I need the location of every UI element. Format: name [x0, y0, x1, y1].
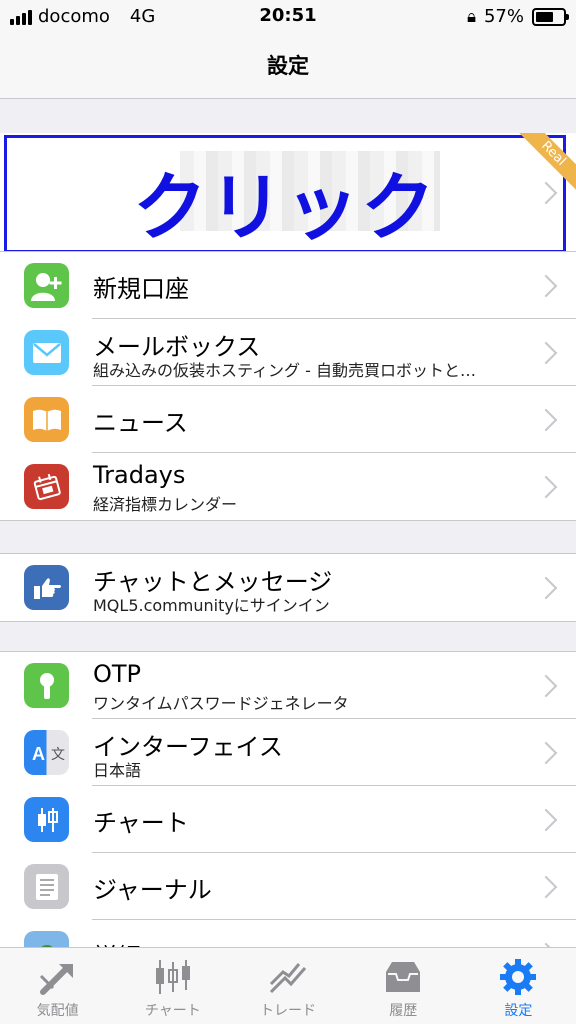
svg-text:文: 文: [51, 747, 65, 763]
quotes-icon: [39, 964, 73, 995]
chevron-right-icon: [534, 341, 558, 365]
tab-settings[interactable]: 設定: [461, 948, 576, 1024]
chevron-right-icon: [534, 808, 558, 832]
click-annotation: クリック: [133, 165, 437, 251]
tab-trade[interactable]: トレード: [230, 948, 345, 1024]
tab-label: チャート: [144, 1003, 201, 1019]
row-news[interactable]: ニュース: [0, 386, 576, 453]
calendar-icon: [24, 464, 69, 509]
status-right: 🔒︎ 57%: [466, 6, 569, 27]
language-icon: A文: [24, 730, 69, 775]
row-subtitle: 組み込みの仮装ホスティング - 自動売買ロボットと…: [93, 361, 476, 380]
chevron-right-icon: [534, 274, 558, 298]
info-icon: [24, 931, 69, 948]
row-title: チャート: [93, 809, 189, 837]
tab-label: 気配値: [36, 1003, 79, 1019]
settings-icon: [500, 959, 537, 995]
group-accounts: 新規口座 メールボックス 組み込みの仮装ホスティング - 自動売買ロボットと… …: [0, 251, 576, 521]
chevron-right-icon: [534, 408, 558, 432]
row-chat[interactable]: チャットとメッセージ MQL5.communityにサインイン: [0, 554, 576, 621]
tab-history[interactable]: 履歴: [346, 948, 461, 1024]
row-detail[interactable]: 詳細: [0, 920, 576, 948]
row-mailbox[interactable]: メールボックス 組み込みの仮装ホスティング - 自動売買ロボットと…: [0, 319, 576, 386]
chevron-right-icon: [534, 741, 558, 765]
row-title: Tradays: [93, 461, 186, 489]
status-bar: docomo 4G 20:51 🔒︎ 57%: [0, 0, 576, 34]
click-highlight-box: クリック: [4, 135, 566, 253]
row-title: ジャーナル: [93, 876, 212, 904]
rotation-lock-icon: 🔒︎: [466, 6, 476, 27]
account-card[interactable]: クリック Real: [0, 133, 576, 253]
trade-icon: [269, 963, 307, 994]
row-subtitle: 経済指標カレンダー: [93, 495, 238, 514]
chevron-right-icon: [534, 475, 558, 499]
tab-bar: 気配値 チャート トレード 履歴 設定: [0, 947, 576, 1024]
row-subtitle: 日本語: [93, 761, 142, 780]
group-community: チャットとメッセージ MQL5.communityにサインイン: [0, 553, 576, 622]
row-new-account[interactable]: 新規口座: [0, 252, 576, 319]
row-interface[interactable]: A文 インターフェイス 日本語: [0, 719, 576, 786]
settings-list[interactable]: クリック Real 新規口座 メールボックス 組み込みの仮装ホスティング - 自…: [0, 99, 576, 948]
row-chart[interactable]: チャート: [0, 786, 576, 853]
row-tradays[interactable]: Tradays 経済指標カレンダー: [0, 453, 576, 520]
pointing-hand-icon: [24, 565, 69, 610]
history-icon: [386, 962, 421, 992]
row-subtitle: ワンタイムパスワードジェネレータ: [93, 694, 349, 713]
mail-icon: [24, 330, 69, 375]
row-title: 新規口座: [93, 275, 189, 303]
row-title: OTP: [93, 660, 142, 688]
battery-icon: [532, 7, 569, 26]
row-title: ニュース: [93, 409, 188, 437]
row-journal[interactable]: ジャーナル: [0, 853, 576, 920]
book-icon: [24, 397, 69, 442]
tab-label: 設定: [504, 1003, 533, 1019]
tab-chart[interactable]: チャート: [115, 948, 230, 1024]
keyhole-icon: [24, 663, 69, 708]
chevron-right-icon: [534, 576, 558, 600]
chart-icon: [155, 960, 190, 994]
nav-bar: 設定: [0, 34, 576, 99]
add-user-icon: [24, 263, 69, 308]
chevron-right-icon: [534, 875, 558, 899]
svg-text:A: A: [32, 744, 45, 764]
tab-quotes[interactable]: 気配値: [0, 948, 115, 1024]
document-icon: [24, 864, 69, 909]
chevron-right-icon: [534, 674, 558, 698]
row-otp[interactable]: OTP ワンタイムパスワードジェネレータ: [0, 652, 576, 719]
row-subtitle: MQL5.communityにサインイン: [93, 596, 330, 615]
page-title: 設定: [267, 54, 309, 78]
tab-label: トレード: [260, 1003, 316, 1019]
battery-percent: 57%: [483, 6, 524, 27]
tab-label: 履歴: [389, 1003, 418, 1019]
candlestick-icon: [24, 797, 69, 842]
group-preferences: OTP ワンタイムパスワードジェネレータ A文 インターフェイス 日本語 チャー…: [0, 651, 576, 948]
